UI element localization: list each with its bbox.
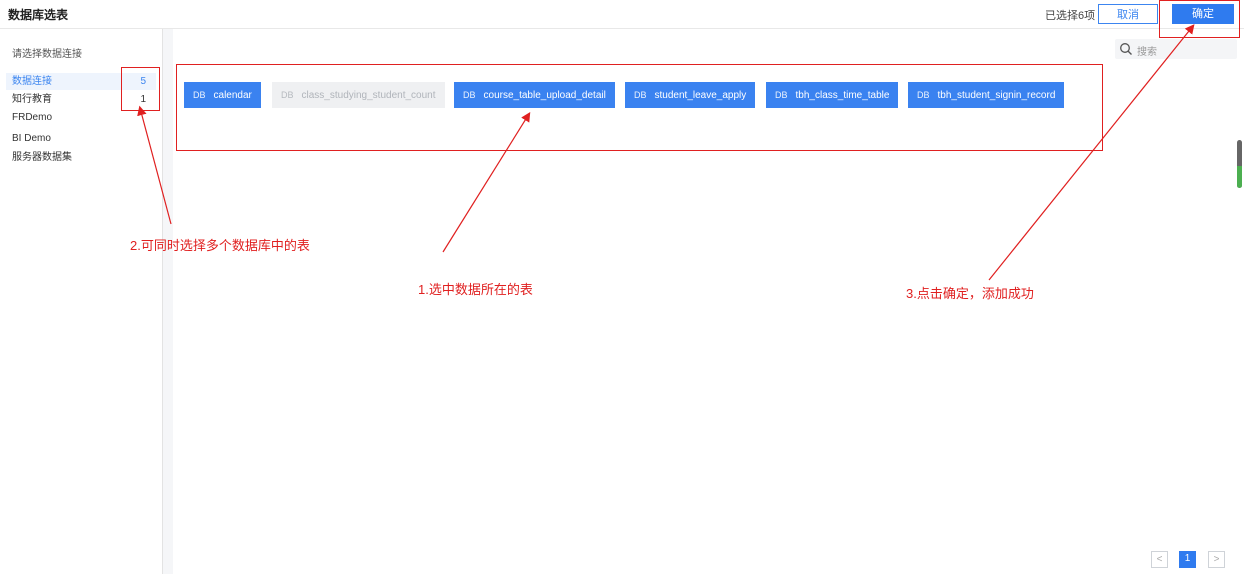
annotation-select-tables: 1.选中数据所在的表 — [418, 282, 533, 297]
annotation-arrows — [137, 24, 1195, 281]
arrow-tables — [442, 111, 531, 253]
annotation-multi-db: 2.可同时选择多个数据库中的表 — [130, 238, 310, 253]
arrow-ok — [988, 24, 1195, 281]
annotation-click-ok: 3.点击确定，添加成功 — [906, 286, 1034, 301]
arrow-counts — [137, 105, 172, 225]
